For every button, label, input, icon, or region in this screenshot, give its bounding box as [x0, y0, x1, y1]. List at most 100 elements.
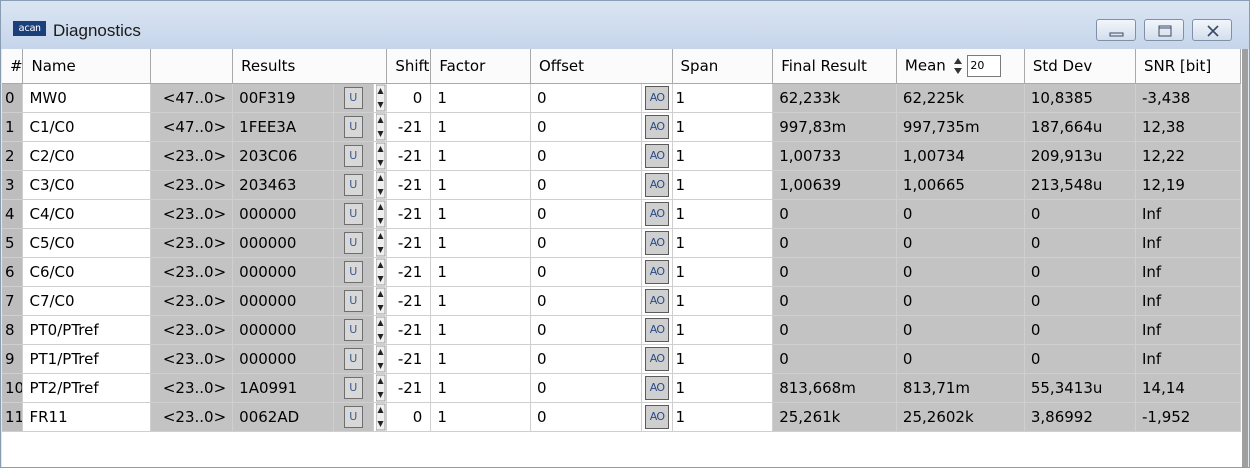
col-header-mean[interactable]: Mean 20: [896, 49, 1025, 84]
auto-offset-button[interactable]: AO: [645, 172, 670, 197]
shift-cell[interactable]: -21: [386, 373, 432, 403]
unsigned-toggle-button[interactable]: U: [343, 405, 363, 428]
shift-cell[interactable]: -21: [386, 199, 432, 229]
close-button[interactable]: [1192, 19, 1232, 41]
col-header-results[interactable]: Results: [232, 49, 388, 84]
col-header-std-dev[interactable]: Std Dev: [1024, 49, 1137, 84]
shift-spinner[interactable]: [375, 374, 386, 402]
offset-cell[interactable]: 0: [530, 199, 643, 229]
shift-spinner[interactable]: [375, 316, 386, 344]
factor-cell[interactable]: 1: [430, 402, 531, 432]
name-cell[interactable]: MW0: [22, 83, 152, 113]
mean-spinner-icon[interactable]: [953, 56, 963, 76]
span-cell[interactable]: 1: [672, 315, 774, 345]
unsigned-toggle-button[interactable]: U: [343, 318, 363, 341]
span-cell[interactable]: 1: [672, 170, 774, 200]
unsigned-toggle-button[interactable]: U: [343, 86, 363, 109]
shift-spinner[interactable]: [375, 403, 386, 431]
name-cell[interactable]: PT0/PTref: [22, 315, 152, 345]
factor-cell[interactable]: 1: [430, 373, 531, 403]
offset-cell[interactable]: 0: [530, 83, 643, 113]
shift-spinner[interactable]: [375, 113, 386, 141]
name-cell[interactable]: PT2/PTref: [22, 373, 152, 403]
factor-cell[interactable]: 1: [430, 141, 531, 171]
col-header-shift[interactable]: Shift: [386, 49, 432, 84]
shift-spinner[interactable]: [375, 258, 386, 286]
auto-offset-button[interactable]: AO: [645, 143, 670, 168]
auto-offset-button[interactable]: AO: [645, 85, 670, 110]
name-cell[interactable]: PT1/PTref: [22, 344, 152, 374]
span-cell[interactable]: 1: [672, 257, 774, 287]
unsigned-toggle-button[interactable]: U: [343, 115, 363, 138]
factor-cell[interactable]: 1: [430, 344, 531, 374]
factor-cell[interactable]: 1: [430, 286, 531, 316]
offset-cell[interactable]: 0: [530, 170, 643, 200]
shift-spinner[interactable]: [375, 200, 386, 228]
shift-cell[interactable]: -21: [386, 286, 432, 316]
unsigned-toggle-button[interactable]: U: [343, 376, 363, 399]
span-cell[interactable]: 1: [672, 83, 774, 113]
shift-cell[interactable]: -21: [386, 228, 432, 258]
factor-cell[interactable]: 1: [430, 83, 531, 113]
offset-cell[interactable]: 0: [530, 228, 643, 258]
unsigned-toggle-button[interactable]: U: [343, 202, 363, 225]
minimize-button[interactable]: [1096, 19, 1136, 41]
shift-cell[interactable]: -21: [386, 257, 432, 287]
unsigned-toggle-button[interactable]: U: [343, 173, 363, 196]
auto-offset-button[interactable]: AO: [645, 230, 670, 255]
name-cell[interactable]: C4/C0: [22, 199, 152, 229]
mean-count-input[interactable]: 20: [967, 54, 1002, 77]
shift-cell[interactable]: -21: [386, 170, 432, 200]
col-header-span[interactable]: Span: [672, 49, 774, 84]
auto-offset-button[interactable]: AO: [645, 259, 670, 284]
shift-spinner[interactable]: [375, 229, 386, 257]
shift-cell[interactable]: -21: [386, 344, 432, 374]
unsigned-toggle-button[interactable]: U: [343, 144, 363, 167]
col-header-index[interactable]: #: [2, 49, 24, 84]
auto-offset-button[interactable]: AO: [645, 404, 670, 429]
factor-cell[interactable]: 1: [430, 170, 531, 200]
factor-cell[interactable]: 1: [430, 228, 531, 258]
col-header-name[interactable]: Name: [22, 49, 152, 84]
shift-cell[interactable]: -21: [386, 141, 432, 171]
name-cell[interactable]: C2/C0: [22, 141, 152, 171]
span-cell[interactable]: 1: [672, 286, 774, 316]
span-cell[interactable]: 1: [672, 141, 774, 171]
offset-cell[interactable]: 0: [530, 257, 643, 287]
unsigned-toggle-button[interactable]: U: [343, 347, 363, 370]
col-header-final-result[interactable]: Final Result: [772, 49, 897, 84]
name-cell[interactable]: C5/C0: [22, 228, 152, 258]
span-cell[interactable]: 1: [672, 373, 774, 403]
span-cell[interactable]: 1: [672, 228, 774, 258]
shift-spinner[interactable]: [375, 171, 386, 199]
auto-offset-button[interactable]: AO: [645, 375, 670, 400]
offset-cell[interactable]: 0: [530, 112, 643, 142]
shift-cell[interactable]: -21: [386, 315, 432, 345]
col-header-snr[interactable]: SNR [bit]: [1135, 49, 1241, 84]
auto-offset-button[interactable]: AO: [645, 288, 670, 313]
factor-cell[interactable]: 1: [430, 112, 531, 142]
col-header-offset[interactable]: Offset: [530, 49, 673, 84]
shift-cell[interactable]: -21: [386, 112, 432, 142]
span-cell[interactable]: 1: [672, 112, 774, 142]
shift-spinner[interactable]: [375, 84, 386, 112]
col-header-range[interactable]: [150, 49, 234, 84]
offset-cell[interactable]: 0: [530, 373, 643, 403]
span-cell[interactable]: 1: [672, 199, 774, 229]
unsigned-toggle-button[interactable]: U: [343, 231, 363, 254]
offset-cell[interactable]: 0: [530, 344, 643, 374]
factor-cell[interactable]: 1: [430, 257, 531, 287]
factor-cell[interactable]: 1: [430, 199, 531, 229]
offset-cell[interactable]: 0: [530, 141, 643, 171]
col-header-factor[interactable]: Factor: [430, 49, 531, 84]
offset-cell[interactable]: 0: [530, 315, 643, 345]
shift-cell[interactable]: 0: [386, 402, 432, 432]
span-cell[interactable]: 1: [672, 402, 774, 432]
name-cell[interactable]: FR11: [22, 402, 152, 432]
factor-cell[interactable]: 1: [430, 315, 531, 345]
auto-offset-button[interactable]: AO: [645, 346, 670, 371]
offset-cell[interactable]: 0: [530, 286, 643, 316]
title-bar[interactable]: acan Diagnostics: [1, 1, 1249, 49]
auto-offset-button[interactable]: AO: [645, 201, 670, 226]
name-cell[interactable]: C6/C0: [22, 257, 152, 287]
